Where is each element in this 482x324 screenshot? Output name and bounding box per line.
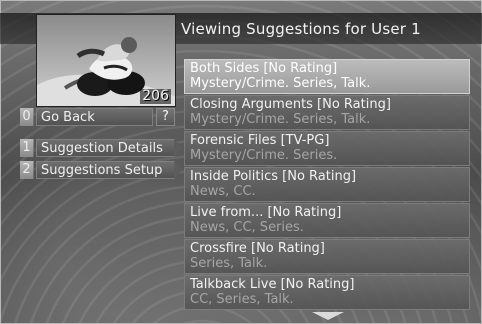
program-genre: News, CC, Series. <box>190 220 304 235</box>
list-item[interactable]: Crossfire [No Rating] Series, Talk. <box>184 239 470 274</box>
program-genre: CC, Series, Talk. <box>190 292 294 307</box>
program-genre: Mystery/Crime. Series, Talk. <box>190 76 371 91</box>
program-title: Closing Arguments [No Rating] <box>190 97 391 112</box>
suggestions-list[interactable]: Both Sides [No Rating] Mystery/Crime. Se… <box>184 59 470 310</box>
program-title: Crossfire [No Rating] <box>190 241 325 256</box>
program-title: Talkback Live [No Rating] <box>190 277 355 292</box>
program-genre: News, CC. <box>190 184 256 199</box>
menu-index-suggestions-setup: 2 <box>20 161 34 179</box>
list-item[interactable]: Inside Politics [No Rating] News, CC. <box>184 167 470 202</box>
go-back-button[interactable]: Go Back <box>36 108 153 126</box>
page-title: Viewing Suggestions for User 1 <box>181 20 421 38</box>
list-item[interactable]: Talkback Live [No Rating] CC, Series, Ta… <box>184 275 470 310</box>
help-button[interactable]: ? <box>156 108 175 126</box>
program-genre: Mystery/Crime. Series, Talk. <box>190 112 371 127</box>
program-title: Forensic Files [TV-PG] <box>190 133 330 148</box>
channel-number: 206 <box>140 88 171 104</box>
down-arrow-icon[interactable] <box>312 312 344 320</box>
menu-index-suggestion-details: 1 <box>20 139 34 157</box>
program-title: Live from... [No Rating] <box>190 205 342 220</box>
program-title: Both Sides [No Rating] <box>190 61 338 76</box>
menu-index-go-back: 0 <box>20 108 34 126</box>
live-preview: 206 <box>36 14 176 107</box>
list-item[interactable]: Live from... [No Rating] News, CC, Serie… <box>184 203 470 238</box>
list-item[interactable]: Forensic Files [TV-PG] Mystery/Crime. Se… <box>184 131 470 166</box>
suggestion-details-button[interactable]: Suggestion Details <box>36 139 182 157</box>
helmet-icon <box>121 37 137 53</box>
program-genre: Mystery/Crime. Series. <box>190 148 338 163</box>
list-item[interactable]: Closing Arguments [No Rating] Mystery/Cr… <box>184 95 470 130</box>
suggestions-setup-button[interactable]: Suggestions Setup <box>36 161 182 179</box>
program-genre: Series, Talk. <box>190 256 268 271</box>
program-title: Inside Politics [No Rating] <box>190 169 357 184</box>
list-item[interactable]: Both Sides [No Rating] Mystery/Crime. Se… <box>184 59 470 94</box>
